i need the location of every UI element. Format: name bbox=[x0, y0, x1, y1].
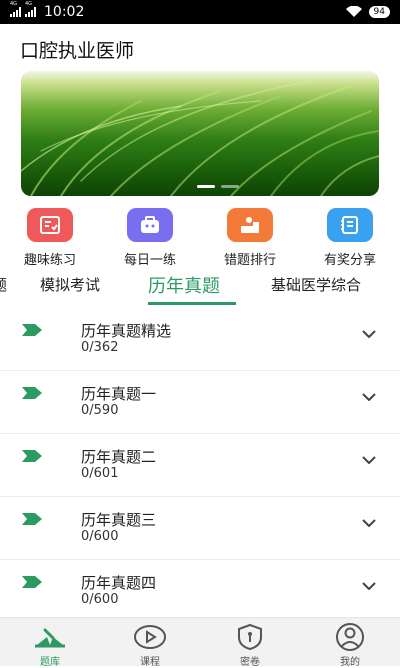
briefcase-face-icon bbox=[127, 208, 173, 242]
play-course-icon bbox=[120, 622, 180, 652]
list-item[interactable]: 历年真题二 0/601 bbox=[0, 434, 400, 497]
profile-icon bbox=[320, 622, 380, 652]
quick-action-share[interactable]: 有奖分享 bbox=[310, 208, 390, 268]
tab-mock-exam[interactable]: 模拟考试 bbox=[40, 274, 100, 295]
quick-action-label: 趣味练习 bbox=[23, 253, 76, 268]
tag-arrow-icon bbox=[22, 576, 42, 588]
tab-basic-medicine[interactable]: 基础医学综合 bbox=[271, 274, 361, 295]
paper-title: 历年真题一 bbox=[81, 385, 157, 403]
paper-progress: 0/601 bbox=[81, 466, 119, 481]
quick-action-wrong-ranking[interactable]: 错题排行 bbox=[210, 208, 290, 268]
list-item[interactable]: 历年真题三 0/600 bbox=[0, 497, 400, 560]
nav-secret-paper[interactable]: 密卷 bbox=[220, 622, 280, 668]
chevron-down-icon[interactable] bbox=[362, 519, 376, 527]
secret-paper-shield-icon bbox=[220, 622, 280, 652]
ranking-person-icon bbox=[227, 208, 273, 242]
paper-progress: 0/600 bbox=[81, 529, 119, 544]
tab-past-papers[interactable]: 历年真题 bbox=[148, 272, 220, 298]
tab-question-bank[interactable]: 题 bbox=[0, 274, 7, 295]
paper-title: 历年真题二 bbox=[81, 448, 157, 466]
banner-carousel[interactable] bbox=[21, 71, 379, 196]
quick-action-label: 有奖分享 bbox=[323, 253, 376, 268]
category-tabs: 题 模拟考试 历年真题 基础医学综合 bbox=[0, 268, 400, 308]
grass-image bbox=[21, 80, 379, 196]
nav-course[interactable]: 课程 bbox=[120, 622, 180, 668]
paper-title: 历年真题精选 bbox=[81, 322, 172, 340]
chevron-down-icon[interactable] bbox=[362, 393, 376, 401]
page-title: 口腔执业医师 bbox=[20, 40, 135, 62]
tag-arrow-icon bbox=[22, 513, 42, 525]
bottom-navigation: 题库 课程 密卷 我的 bbox=[0, 617, 400, 668]
quick-action-label: 每日一练 bbox=[123, 253, 176, 268]
cell-signal-icon: 4G bbox=[25, 1, 36, 17]
paper-title: 历年真题四 bbox=[81, 574, 157, 592]
carousel-dot[interactable] bbox=[197, 185, 215, 188]
chevron-down-icon[interactable] bbox=[362, 456, 376, 464]
list-item[interactable]: 历年真题四 0/600 bbox=[0, 560, 400, 623]
question-bank-icon bbox=[20, 622, 80, 652]
active-tab-indicator bbox=[148, 302, 236, 305]
chevron-down-icon[interactable] bbox=[362, 582, 376, 590]
quiz-card-icon bbox=[27, 208, 73, 242]
paper-list: 历年真题精选 0/362 历年真题一 0/590 历年真题二 0/601 历年真… bbox=[0, 308, 400, 623]
paper-progress: 0/590 bbox=[81, 403, 119, 418]
status-time: 10:02 bbox=[44, 4, 85, 20]
battery-indicator: 94 bbox=[368, 6, 390, 18]
paper-title: 历年真题三 bbox=[81, 511, 157, 529]
cell-signal-icon: 4G bbox=[10, 1, 21, 17]
tag-arrow-icon bbox=[22, 387, 42, 399]
carousel-dot[interactable] bbox=[221, 185, 239, 188]
status-bar: 4G 4G 10:02 94 bbox=[0, 0, 400, 24]
quick-action-label: 错题排行 bbox=[223, 253, 276, 268]
notebook-icon bbox=[327, 208, 373, 242]
list-item[interactable]: 历年真题一 0/590 bbox=[0, 371, 400, 434]
quick-action-fun-practice[interactable]: 趣味练习 bbox=[10, 208, 90, 268]
paper-progress: 0/600 bbox=[81, 592, 119, 607]
paper-progress: 0/362 bbox=[81, 340, 119, 355]
carousel-dots bbox=[197, 185, 239, 188]
list-item[interactable]: 历年真题精选 0/362 bbox=[0, 308, 400, 371]
quick-action-daily-practice[interactable]: 每日一练 bbox=[110, 208, 190, 268]
quick-actions: 趣味练习 每日一练 错题排行 有奖分享 bbox=[0, 208, 400, 268]
wifi-icon bbox=[345, 6, 362, 17]
nav-question-bank[interactable]: 题库 bbox=[20, 622, 80, 668]
chevron-down-icon[interactable] bbox=[362, 330, 376, 338]
tag-arrow-icon bbox=[22, 324, 42, 336]
tag-arrow-icon bbox=[22, 450, 42, 462]
nav-profile[interactable]: 我的 bbox=[320, 622, 380, 668]
